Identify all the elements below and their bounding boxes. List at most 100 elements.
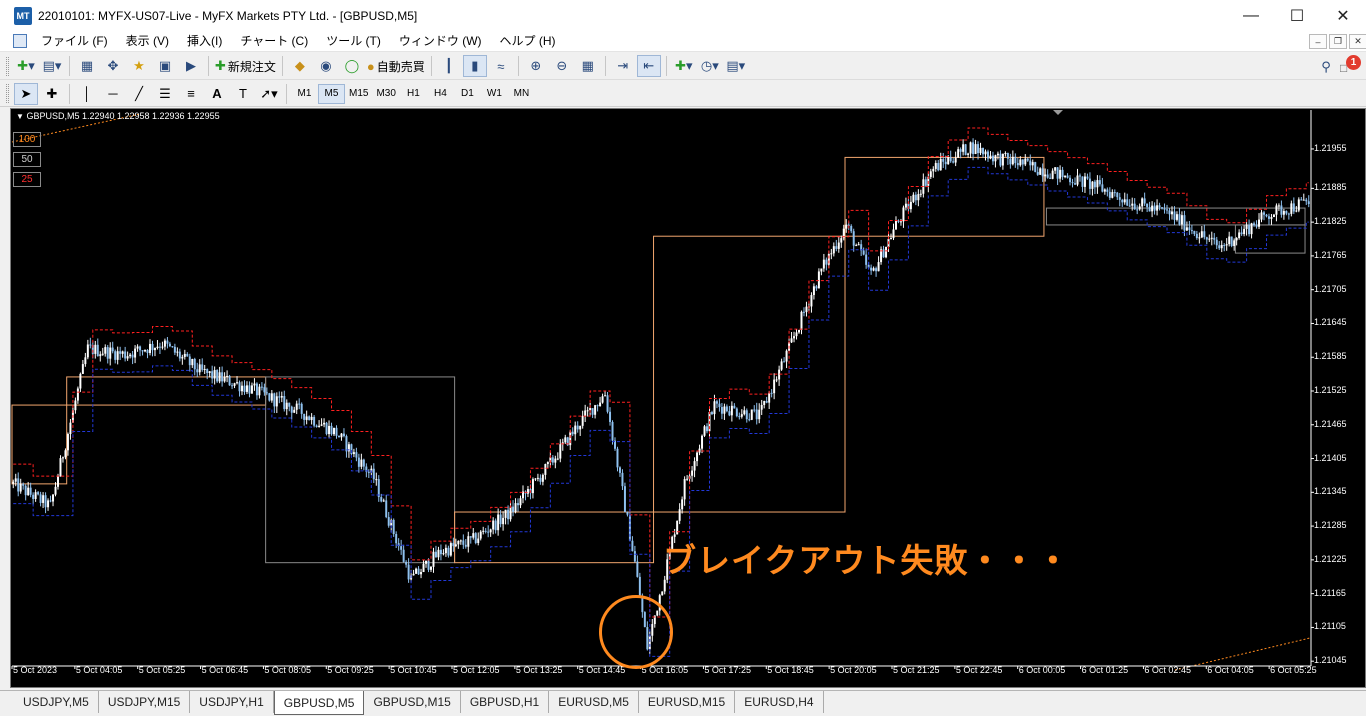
candle-body [686, 478, 689, 480]
candle-body [1193, 230, 1196, 234]
candle-body [939, 159, 942, 171]
price-tick-label: 1.21405 [1314, 452, 1347, 463]
candle-body [1106, 189, 1109, 192]
candle-body [181, 356, 184, 359]
candle-body [924, 179, 927, 186]
price-chart[interactable] [0, 0, 1366, 716]
candle-body [1098, 180, 1101, 185]
tab-eurusd-m5[interactable]: EURUSD,M5 [549, 691, 639, 713]
time-tick-label: 5 Oct 22:45 [955, 665, 1003, 675]
tab-gbpusd-h1[interactable]: GBPUSD,H1 [461, 691, 550, 713]
candle-body [917, 194, 920, 201]
tab-gbpusd-m15[interactable]: GBPUSD,M15 [364, 691, 461, 713]
chart-shift-marker [1053, 110, 1063, 115]
candle-body [211, 371, 214, 379]
tab-gbpusd-m5[interactable]: GBPUSD,M5 [273, 691, 365, 715]
candle-body [1069, 177, 1072, 183]
candle-body [1185, 227, 1188, 231]
candle-body [1046, 174, 1049, 178]
candle-body [27, 487, 30, 496]
candle-body [1305, 199, 1308, 202]
chart-menu-icon[interactable]: ▼ [16, 112, 24, 121]
candle-body [52, 494, 55, 502]
candle-body [183, 353, 186, 357]
time-tick-label: 5 Oct 20:05 [830, 665, 877, 675]
candle-body [800, 311, 803, 331]
candle-body [676, 520, 679, 535]
candle-body [449, 543, 452, 556]
candle-body [890, 238, 893, 240]
candle-body [1223, 245, 1226, 247]
candle-body [820, 268, 823, 272]
chart-tabs: USDJPY,M5 USDJPY,M15 USDJPY,H1 GBPUSD,M5… [0, 690, 1366, 716]
tab-usdjpy-m15[interactable]: USDJPY,M15 [99, 691, 191, 713]
candle-body [330, 425, 333, 435]
candle-body [1208, 238, 1211, 240]
tab-eurusd-m15[interactable]: EURUSD,M15 [639, 691, 736, 713]
candle-body [579, 425, 582, 430]
candle-body [1019, 159, 1022, 166]
tab-usdjpy-h1[interactable]: USDJPY,H1 [190, 691, 274, 713]
candle-body [837, 242, 840, 249]
price-tick-label: 1.21045 [1314, 655, 1347, 666]
candle-body [929, 171, 932, 177]
candle-body [1076, 175, 1079, 185]
candle-body [1250, 223, 1253, 235]
candle-body [1143, 198, 1146, 204]
candle-body [1260, 212, 1263, 220]
candle-body [835, 246, 838, 249]
candle-body [1297, 199, 1300, 211]
candle-body [104, 347, 107, 354]
candle-body [745, 410, 748, 420]
candle-body [328, 425, 331, 435]
candle-body [964, 144, 967, 155]
candle-body [989, 155, 992, 159]
candle-body [574, 425, 577, 435]
candle-body [1101, 184, 1104, 192]
candle-body [514, 503, 517, 512]
candle-body [81, 364, 84, 374]
candle-body [1218, 245, 1221, 249]
candle-body [773, 379, 776, 394]
price-tick-label: 1.21765 [1314, 249, 1347, 260]
candle-body [845, 224, 848, 229]
time-tick-label: 5 Oct 10:45 [390, 665, 437, 675]
candle-body [377, 479, 380, 498]
candle-body [166, 340, 169, 344]
candle-body [1146, 203, 1149, 208]
candle-body [288, 402, 291, 407]
time-tick-label: 6 Oct 05:25 [1270, 665, 1317, 675]
candle-body [19, 483, 22, 492]
candle-body [1203, 231, 1206, 238]
candle-body [750, 409, 753, 420]
candle-body [1096, 180, 1099, 188]
candle-body [372, 468, 375, 480]
candle-body [954, 157, 957, 163]
candle-body [116, 351, 119, 360]
candle-body [146, 349, 149, 353]
price-tick-label: 1.21825 [1314, 216, 1347, 227]
candle-body [434, 551, 437, 558]
tab-eurusd-h4[interactable]: EURUSD,H4 [735, 691, 824, 713]
candle-body [822, 259, 825, 269]
candle-body [173, 346, 176, 353]
time-tick-label: 5 Oct 06:45 [201, 665, 249, 675]
candle-body [186, 353, 189, 357]
candle-body [392, 519, 395, 534]
candle-body [357, 457, 360, 467]
candle-body [730, 405, 733, 416]
tab-usdjpy-m5[interactable]: USDJPY,M5 [14, 691, 99, 713]
candle-body [798, 330, 801, 333]
candle-body [444, 547, 447, 554]
candle-body [912, 194, 915, 202]
candle-body [1156, 205, 1159, 211]
candle-body [402, 549, 405, 562]
candle-body [295, 403, 298, 410]
candle-body [168, 343, 171, 347]
candle-body [1275, 205, 1278, 215]
candle-body [1285, 211, 1288, 214]
candle-body [253, 383, 256, 386]
candle-body [1235, 238, 1238, 241]
candle-body [1039, 168, 1042, 175]
price-tick-label: 1.21105 [1314, 621, 1346, 632]
